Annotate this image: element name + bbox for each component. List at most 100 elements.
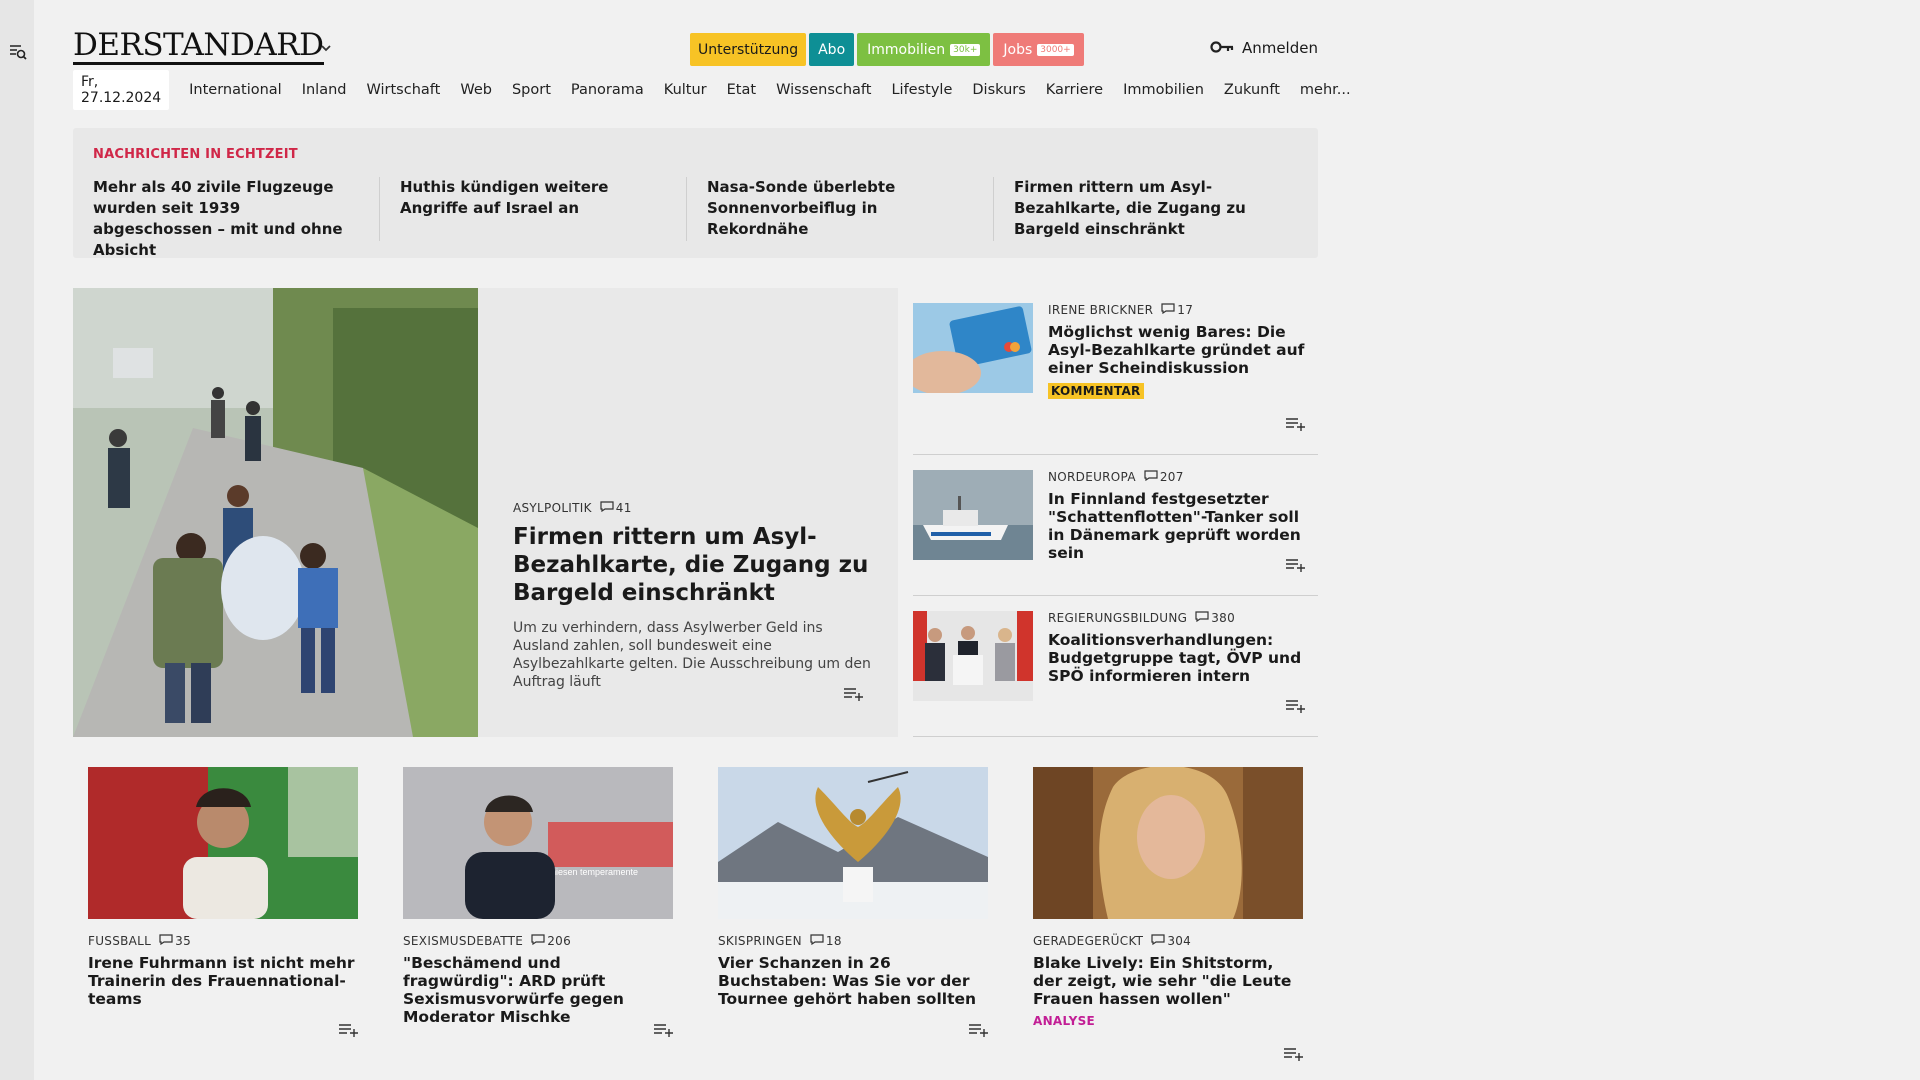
header-pills: Unterstützung Abo Immobilien 30k+ Jobs 300…	[690, 33, 1084, 66]
hero-image	[73, 288, 478, 737]
login-label: Anmelden	[1241, 39, 1318, 57]
logo[interactable]: DERSTANDARD	[73, 27, 324, 65]
teaser-meta: SEXISMUSDEBATTE 206 "Beschämend und fragw…	[403, 934, 673, 1026]
logo-underline	[73, 62, 324, 65]
nav-item-inland[interactable]: Inland	[292, 82, 357, 98]
comment-icon	[531, 934, 545, 948]
add-to-list-icon[interactable]	[1285, 416, 1307, 431]
teaser-kicker-label: FUSSBALL	[88, 934, 152, 948]
left-rail	[0, 0, 34, 1080]
live-news-box: NACHRICHTEN IN ECHTZEIT Mehr als 40 zivi…	[73, 128, 1318, 259]
nav-item-wirtschaft[interactable]: Wirtschaft	[356, 82, 450, 98]
hero-article[interactable]: ASYLPOLITIK 41 Firmen rittern um Asyl-Be…	[73, 288, 898, 737]
teaser-kicker-label: GERADEGERÜCKT	[1033, 934, 1144, 948]
hero-lead: Um zu verhindern, dass Asylwerber Geld i…	[513, 620, 871, 690]
current-date: Fr, 27.12.2024	[73, 70, 170, 110]
add-to-list-icon[interactable]	[843, 686, 865, 701]
nav-item-panorama[interactable]: Panorama	[561, 82, 654, 98]
side-kicker: IRENE BRICKNER 17	[1048, 303, 1308, 317]
nav-item-etat[interactable]: Etat	[717, 82, 766, 98]
nav-item-more[interactable]: mehr...	[1290, 82, 1361, 98]
teaser-kicker-label: SKISPRINGEN	[718, 934, 802, 948]
side-comment-count: 380	[1211, 611, 1236, 625]
nav-item-sport[interactable]: Sport	[502, 82, 561, 98]
teaser-comments: 304	[1151, 934, 1191, 948]
abo-label: Abo	[818, 41, 846, 58]
live-news-list: Mehr als 40 zivile Flugzeuge wurden seit…	[93, 177, 1300, 259]
chevron-down-icon[interactable]	[320, 42, 332, 57]
add-to-list-icon[interactable]	[968, 1022, 990, 1037]
side-kicker-label: NORDEUROPA	[1048, 470, 1136, 484]
jobs-label: Jobs	[1003, 41, 1033, 58]
side-article[interactable]: NORDEUROPA 207 In Finnland festgesetzter…	[913, 455, 1318, 596]
side-kicker-label: IRENE BRICKNER	[1048, 303, 1154, 317]
nav-item-immobilien[interactable]: Immobilien	[1113, 82, 1214, 98]
teaser-card[interactable]: niesen temperamente SEXISMUSDEBATTE 206 "…	[403, 767, 673, 1067]
add-to-list-icon[interactable]	[1283, 1046, 1305, 1061]
teaser-card[interactable]: SKISPRINGEN 18 Vier Schanzen in 26 Buchst…	[718, 767, 988, 1067]
teaser-card[interactable]: GERADEGERÜCKT 304 Blake Lively: Ein Shits…	[1033, 767, 1303, 1067]
nav-item-kultur[interactable]: Kultur	[654, 82, 717, 98]
teaser-image: niesen temperamente	[403, 767, 673, 919]
abo-button[interactable]: Abo	[809, 33, 855, 66]
side-kicker-label: REGIERUNGSBILDUNG	[1048, 611, 1188, 625]
teaser-comments: 206	[531, 934, 571, 948]
hero-kicker-label: ASYLPOLITIK	[513, 501, 592, 515]
side-title: Koalitionsverhandlungen: Budgetgruppe ta…	[1048, 631, 1302, 685]
jobs-button[interactable]: Jobs 3000+	[993, 33, 1084, 66]
nav-item-wissenschaft[interactable]: Wissenschaft	[766, 82, 881, 98]
immobilien-button[interactable]: Immobilien 30k+	[857, 33, 991, 66]
teaser-comment-count: 206	[547, 934, 572, 948]
menu-search-icon[interactable]	[8, 42, 28, 62]
nav-item-karriere[interactable]: Karriere	[1036, 82, 1113, 98]
side-kicker: NORDEUROPA 207	[1048, 470, 1308, 484]
nav-item-international[interactable]: International	[179, 82, 292, 98]
teaser-card[interactable]: FUSSBALL 35 Irene Fuhrmann ist nicht mehr…	[88, 767, 358, 1067]
section-nav: Fr, 27.12.2024 International Inland Wirt…	[73, 70, 1361, 110]
comment-icon	[1195, 611, 1209, 625]
comment-icon	[1151, 934, 1165, 948]
nav-item-diskurs[interactable]: Diskurs	[962, 82, 1035, 98]
nav-item-zukunft[interactable]: Zukunft	[1214, 82, 1290, 98]
live-news-item[interactable]: Nasa-Sonde überlebte Sonnenvorbei­flug i…	[707, 177, 994, 241]
teaser-comment-count: 35	[175, 934, 192, 948]
live-news-item[interactable]: Mehr als 40 zivile Flugzeuge wurden seit…	[93, 177, 380, 259]
teaser-meta: GERADEGERÜCKT 304 Blake Lively: Ein Shits…	[1033, 934, 1303, 1028]
hero-comment-count: 41	[615, 501, 632, 515]
add-to-list-icon[interactable]	[338, 1022, 360, 1037]
side-comment-count: 207	[1159, 470, 1184, 484]
side-article-meta: REGIERUNGSBILDUNG 380 Koalitionsverhandl…	[1048, 611, 1308, 685]
side-article[interactable]: IRENE BRICKNER 17 Möglichst wenig Bares:…	[913, 288, 1318, 455]
nav-item-lifestyle[interactable]: Lifestyle	[881, 82, 962, 98]
comment-icon	[1161, 303, 1175, 317]
teaser-comment-count: 18	[825, 934, 842, 948]
comment-icon	[810, 934, 824, 948]
logo-text: DERSTANDARD	[73, 27, 324, 63]
side-comments: 380	[1195, 611, 1235, 625]
add-to-list-icon[interactable]	[653, 1022, 675, 1037]
login-button[interactable]: Anmelden	[1210, 39, 1318, 57]
side-comments: 207	[1144, 470, 1184, 484]
article-thumbnail	[913, 470, 1033, 560]
kommentar-tag: KOMMENTAR	[1048, 383, 1144, 399]
hero-kicker: ASYLPOLITIK 41	[513, 501, 873, 515]
side-title: Möglichst wenig Bares: Die Asyl-Bezahlka…	[1048, 323, 1305, 377]
article-thumbnail	[913, 303, 1033, 393]
side-article[interactable]: REGIERUNGSBILDUNG 380 Koalitionsverhandl…	[913, 596, 1318, 737]
analyse-tag: ANALYSE	[1033, 1014, 1096, 1028]
teaser-kicker-label: SEXISMUSDEBATTE	[403, 934, 524, 948]
jobs-badge: 3000+	[1037, 43, 1074, 56]
support-button[interactable]: Unterstützung	[690, 33, 807, 66]
live-news-item[interactable]: Huthis kündigen weitere Angriffe auf Isr…	[400, 177, 687, 241]
side-article-meta: IRENE BRICKNER 17 Möglichst wenig Bares:…	[1048, 303, 1308, 399]
add-to-list-icon[interactable]	[1285, 698, 1307, 713]
add-to-list-icon[interactable]	[1285, 557, 1307, 572]
key-icon	[1210, 39, 1234, 57]
teaser-comments: 35	[159, 934, 191, 948]
nav-item-web[interactable]: Web	[450, 82, 502, 98]
live-news-item[interactable]: Firmen rittern um Asyl-Bezahlkarte, die …	[1014, 177, 1300, 241]
teaser-meta: SKISPRINGEN 18 Vier Schanzen in 26 Buchst…	[718, 934, 988, 1008]
side-comments: 17	[1161, 303, 1193, 317]
hero-title: Firmen rittern um Asyl-Bezahl­karte, die…	[513, 524, 869, 606]
side-kicker: REGIERUNGSBILDUNG 380	[1048, 611, 1308, 625]
